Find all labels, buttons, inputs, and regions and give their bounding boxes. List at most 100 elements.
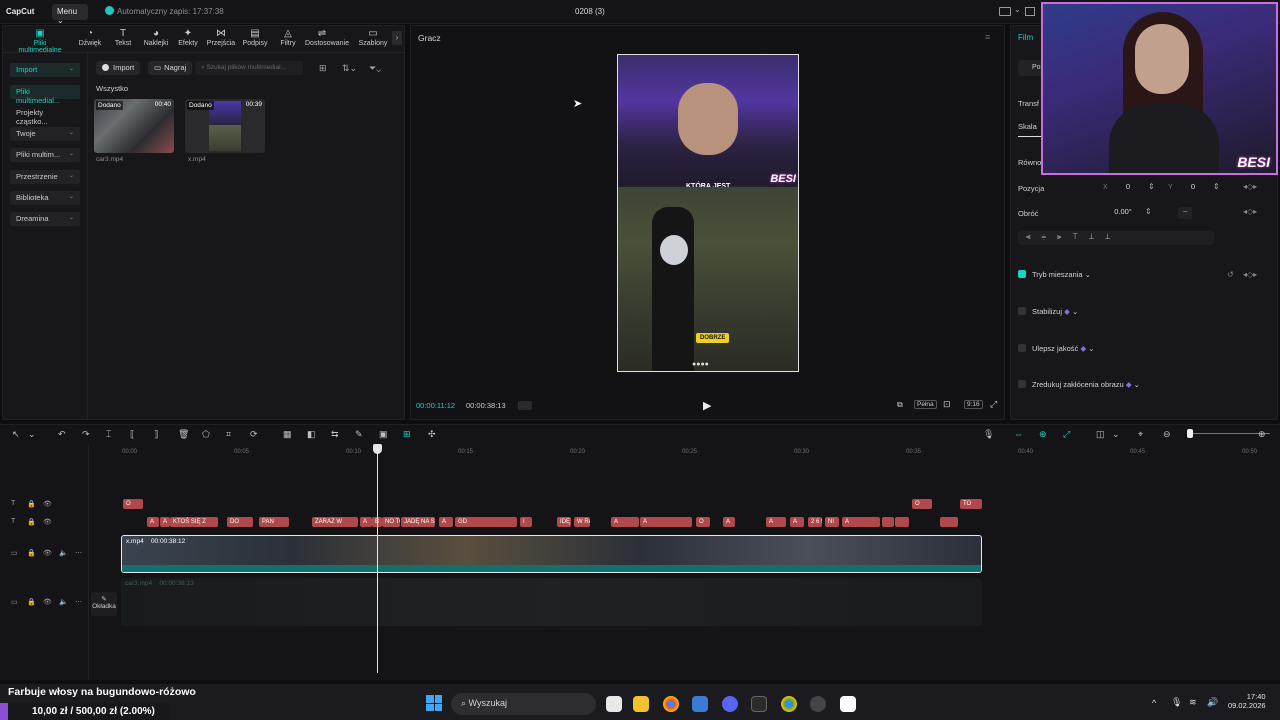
- text-clip[interactable]: O: [696, 517, 710, 527]
- split-icon[interactable]: ⌶: [106, 429, 111, 440]
- sidebar-item[interactable]: Przestrzenie ⌄: [10, 170, 80, 184]
- chevron-up-icon[interactable]: ^: [1152, 698, 1156, 708]
- keyframe-icon[interactable]: ◂◇▸: [1243, 182, 1257, 191]
- text-clip[interactable]: [882, 517, 894, 527]
- text-clip[interactable]: DO: [227, 517, 253, 527]
- fit-icon[interactable]: ⌖: [1138, 429, 1143, 440]
- text-clip[interactable]: NO TO: [382, 517, 400, 527]
- tab-film[interactable]: Film: [1018, 33, 1033, 42]
- text-clip[interactable]: [940, 517, 958, 527]
- playhead[interactable]: [377, 445, 378, 673]
- sidebar-item[interactable]: Projekty cząstko...: [10, 106, 80, 126]
- position-x-input[interactable]: 0: [1113, 182, 1143, 194]
- draw-icon[interactable]: ✎: [355, 429, 363, 440]
- layout-icon[interactable]: [999, 7, 1011, 16]
- text-clip[interactable]: NI: [825, 517, 839, 527]
- tab-sticker[interactable]: ◕ Naklejki: [139, 28, 173, 47]
- text-clip[interactable]: A: [360, 517, 372, 527]
- lock-icon[interactable]: 🔒: [27, 549, 36, 557]
- magnet-icon[interactable]: ⊞: [403, 429, 411, 440]
- checkbox[interactable]: [1018, 307, 1026, 315]
- text-clip[interactable]: O: [912, 499, 932, 509]
- more-icon[interactable]: ⋯: [75, 598, 82, 606]
- windows-start-icon[interactable]: [426, 695, 442, 711]
- split-right-icon[interactable]: ⟧: [154, 429, 158, 440]
- text-clip[interactable]: A: [640, 517, 692, 527]
- text-clip[interactable]: A: [842, 517, 880, 527]
- menu-button[interactable]: Menu ⌄: [52, 4, 88, 25]
- system-clock[interactable]: 17:40 09.02.2026: [1228, 692, 1266, 710]
- crop-icon[interactable]: ⌗: [226, 429, 231, 440]
- track-type-icon[interactable]: T: [11, 518, 15, 525]
- discord-icon[interactable]: [722, 696, 738, 712]
- mute-icon[interactable]: 🔈: [59, 598, 68, 606]
- sidebar-item[interactable]: Pliki multimedial...: [10, 85, 80, 105]
- media-thumbnail[interactable]: Dodano 00:40: [94, 99, 174, 153]
- tab-audio[interactable]: ◔ Dźwięk: [73, 28, 107, 47]
- stepper-icon[interactable]: ⇕: [1213, 182, 1220, 191]
- stepper-icon[interactable]: ⇕: [1148, 182, 1155, 191]
- tab-captions[interactable]: ▤ Podpisy: [238, 28, 272, 47]
- text-clip[interactable]: A: [611, 517, 639, 527]
- tab-media[interactable]: ▣ Pliki multimedialne: [12, 28, 68, 54]
- chrome-icon[interactable]: [781, 696, 797, 712]
- screenshot-icon[interactable]: ⊡: [943, 399, 951, 410]
- ai-icon[interactable]: ✣: [428, 429, 436, 440]
- tab-transition[interactable]: ⋈ Przejścia: [204, 28, 238, 47]
- stabilize-row[interactable]: Stabilizuj ◆ ⌄: [1018, 307, 1078, 316]
- chevron-down-icon[interactable]: ⌄: [1014, 5, 1021, 14]
- sort-icon[interactable]: ⇅⌄: [342, 63, 357, 74]
- record-audio-icon[interactable]: 🎙: [983, 429, 994, 440]
- chrome-icon[interactable]: [663, 696, 679, 712]
- media-search-input[interactable]: ⌕ Szukaj plików multimedial...: [195, 61, 303, 75]
- text-clip[interactable]: KTOŚ SIĘ Z: [170, 517, 218, 527]
- rotate-icon[interactable]: ⟳: [250, 429, 258, 440]
- reset-icon[interactable]: ↺: [1227, 270, 1234, 279]
- text-clip[interactable]: A: [439, 517, 453, 527]
- text-clip[interactable]: IDĘ S: [557, 517, 571, 527]
- marker-icon[interactable]: ⬠: [202, 429, 210, 440]
- text-clip[interactable]: PAN: [259, 517, 289, 527]
- audio-clip[interactable]: car3.mp4 00:00:38:13: [121, 578, 982, 626]
- text-clip[interactable]: A: [766, 517, 786, 527]
- chevron-down-icon[interactable]: ⌄: [28, 429, 36, 440]
- text-clip[interactable]: [895, 517, 909, 527]
- track-type-icon[interactable]: ▭: [11, 598, 18, 606]
- text-clip[interactable]: TO: [960, 499, 982, 509]
- lock-icon[interactable]: 🔒: [27, 518, 36, 526]
- tab-template[interactable]: ▭ Szablony: [356, 28, 390, 47]
- zoom-handle[interactable]: [1187, 429, 1193, 438]
- text-clip[interactable]: JADĘ NA SPOT: [401, 517, 435, 527]
- aspect-ratio-button[interactable]: 9:16: [964, 400, 983, 409]
- visibility-icon[interactable]: 👁: [43, 598, 52, 606]
- checkbox[interactable]: [1018, 344, 1026, 352]
- preview-axis-icon[interactable]: ⤢: [1063, 429, 1070, 440]
- track-type-icon[interactable]: T: [11, 500, 15, 507]
- import-button[interactable]: Import: [96, 61, 141, 75]
- hamburger-icon[interactable]: ≡: [985, 32, 990, 42]
- text-clip[interactable]: A: [790, 517, 804, 527]
- split-left-icon[interactable]: ⟦: [130, 429, 134, 440]
- align-toolbar[interactable]: ⫷≑⫸⊤⊥⊥: [1018, 231, 1214, 245]
- video-clip[interactable]: x.mp4 00:00:38:12: [121, 535, 982, 573]
- cover-button[interactable]: ✎ Okładka: [91, 592, 117, 616]
- mute-icon[interactable]: 🔈: [59, 549, 68, 557]
- visibility-icon[interactable]: 👁: [43, 518, 52, 526]
- link-icon[interactable]: ⇔: [1014, 429, 1023, 439]
- speed-icon[interactable]: ⇆: [331, 429, 339, 440]
- record-button[interactable]: ▭ Nagraj: [148, 61, 193, 75]
- denoise-row[interactable]: Zredukuj zakłócenia obrazu ◆ ⌄: [1018, 380, 1140, 389]
- text-clip[interactable]: O: [123, 499, 143, 509]
- text-clip[interactable]: A: [160, 517, 170, 527]
- text-clip[interactable]: I: [520, 517, 532, 527]
- sidebar-item[interactable]: Biblioteka ⌄: [10, 191, 80, 205]
- chevron-down-icon[interactable]: ⌄: [1112, 429, 1120, 440]
- undo-icon[interactable]: ↶: [58, 429, 66, 440]
- sidebar-item[interactable]: Twoje ⌄: [10, 127, 80, 141]
- flip-button[interactable]: –: [1178, 207, 1192, 219]
- mirror-icon[interactable]: ◧: [307, 429, 316, 440]
- lock-icon[interactable]: 🔒: [27, 598, 36, 606]
- obs-icon[interactable]: [810, 696, 826, 712]
- text-clip[interactable]: W RAZIE CZ: [574, 517, 590, 527]
- filter-icon[interactable]: ⏷⌄: [369, 63, 381, 74]
